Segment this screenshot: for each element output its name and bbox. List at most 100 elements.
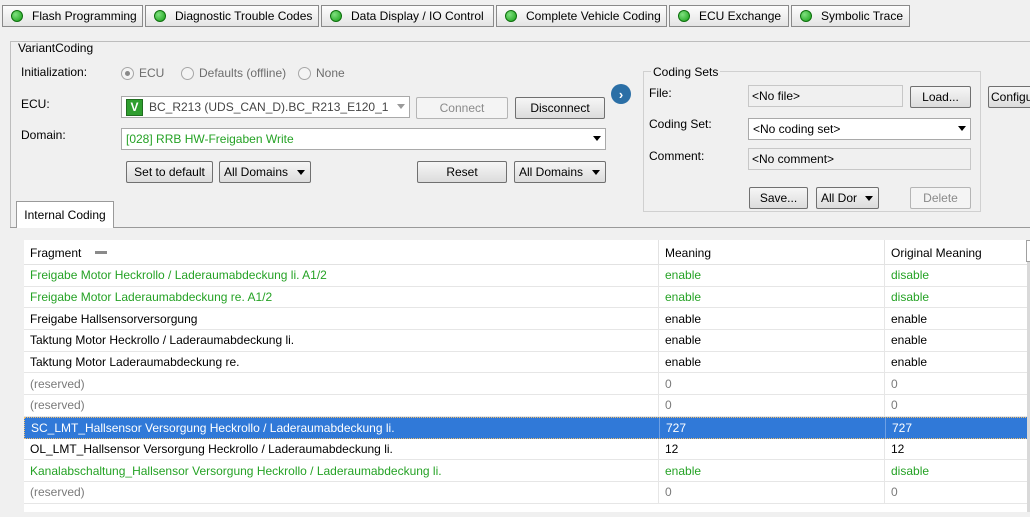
coding-table: Fragment Meaning Original Meaning Freiga… bbox=[24, 240, 1030, 512]
dropdown-label: All Domains bbox=[519, 165, 584, 179]
coding-set-label: Coding Set: bbox=[649, 117, 712, 131]
cell-original-meaning: enable bbox=[885, 330, 1030, 351]
column-header-original-meaning[interactable]: Original Meaning bbox=[885, 240, 1030, 265]
load-button[interactable]: Load... bbox=[910, 86, 971, 108]
cell-meaning: enable bbox=[659, 265, 885, 286]
coding-set-select[interactable]: <No coding set> bbox=[748, 118, 971, 140]
variant-coding-title: VariantCoding bbox=[18, 41, 94, 55]
chevron-down-icon bbox=[592, 170, 600, 175]
tab-symbolic-trace[interactable]: Symbolic Trace bbox=[791, 5, 910, 27]
status-ok-icon bbox=[154, 10, 166, 22]
column-header-meaning[interactable]: Meaning bbox=[659, 240, 885, 265]
save-button[interactable]: Save... bbox=[749, 187, 808, 209]
tab-flash-programming[interactable]: Flash Programming bbox=[2, 5, 143, 27]
cell-original-meaning: disable bbox=[885, 265, 1030, 286]
tab-complete-vehicle-coding[interactable]: Complete Vehicle Coding bbox=[496, 5, 667, 27]
cell-fragment: Taktung Motor Heckrollo / Laderaumabdeck… bbox=[24, 330, 659, 351]
tab-label: Symbolic Trace bbox=[821, 9, 904, 23]
file-field: <No file> bbox=[748, 85, 903, 107]
cell-fragment: Freigabe Hallsensorversorgung bbox=[24, 308, 659, 330]
table-header: Fragment Meaning Original Meaning bbox=[24, 240, 1030, 265]
table-row[interactable]: (reserved) 0 0 bbox=[24, 395, 1030, 417]
table-row[interactable]: (reserved) 0 0 bbox=[24, 481, 1030, 504]
chevron-down-icon bbox=[593, 136, 601, 141]
table-row[interactable]: Freigabe Motor Laderaumabdeckung re. A1/… bbox=[24, 286, 1030, 309]
chevron-down-icon bbox=[397, 104, 405, 109]
radio-ecu[interactable]: ECU bbox=[121, 66, 164, 80]
column-label: Fragment bbox=[30, 245, 82, 260]
set-to-default-button[interactable]: Set to default bbox=[126, 161, 213, 183]
configure-button[interactable]: Configu bbox=[988, 86, 1030, 108]
cell-original-meaning: disable bbox=[885, 460, 1030, 481]
status-ok-icon bbox=[800, 10, 812, 22]
tab-diagnostic-trouble-codes[interactable]: Diagnostic Trouble Codes bbox=[145, 5, 319, 27]
tab-label: Flash Programming bbox=[32, 9, 137, 23]
radio-icon bbox=[181, 66, 194, 80]
cell-meaning: 727 bbox=[660, 417, 886, 438]
cell-meaning: enable bbox=[659, 286, 885, 308]
reset-button[interactable]: Reset bbox=[417, 161, 507, 183]
radio-label: None bbox=[316, 66, 345, 80]
cell-fragment: (reserved) bbox=[24, 395, 659, 416]
dropdown-label: All Dor bbox=[821, 191, 858, 205]
dropdown-label: All Domains bbox=[224, 165, 289, 179]
radio-none[interactable]: None bbox=[298, 66, 345, 80]
tab-label: Diagnostic Trouble Codes bbox=[175, 9, 313, 23]
cell-meaning: 0 bbox=[659, 395, 885, 416]
cell-original-meaning: disable bbox=[885, 287, 1030, 308]
column-header-fragment[interactable]: Fragment bbox=[24, 240, 659, 265]
tab-ecu-exchange[interactable]: ECU Exchange bbox=[669, 5, 789, 27]
cell-original-meaning: 0 bbox=[885, 482, 1030, 503]
tab-data-display[interactable]: Data Display / IO Control bbox=[321, 5, 494, 27]
status-ok-icon bbox=[330, 10, 342, 22]
ecu-label: ECU: bbox=[21, 97, 50, 111]
column-label: Original Meaning bbox=[891, 245, 982, 260]
sort-indicator-icon bbox=[95, 251, 108, 254]
file-label: File: bbox=[649, 86, 672, 100]
tab-internal-coding[interactable]: Internal Coding bbox=[16, 201, 114, 228]
coding-sets-title: Coding Sets bbox=[651, 65, 721, 79]
radio-label: Defaults (offline) bbox=[199, 66, 287, 80]
table-body: Freigabe Motor Heckrollo / Laderaumabdec… bbox=[24, 265, 1030, 504]
navigate-arrow-icon[interactable]: › bbox=[611, 84, 631, 104]
cell-original-meaning: 0 bbox=[885, 395, 1030, 416]
radio-label: ECU bbox=[139, 66, 165, 80]
delete-button[interactable]: Delete bbox=[910, 187, 971, 209]
table-row[interactable]: SC_LMT_Hallsensor Versorgung Heckrollo /… bbox=[24, 416, 1030, 439]
radio-defaults-offline[interactable]: Defaults (offline) bbox=[181, 66, 286, 80]
cell-fragment: Freigabe Motor Heckrollo / Laderaumabdec… bbox=[24, 265, 659, 286]
initialization-label: Initialization: bbox=[21, 65, 88, 79]
ecu-select[interactable]: V BC_R213 (UDS_CAN_D).BC_R213_E120_1 bbox=[121, 96, 410, 118]
cell-original-meaning: 0 bbox=[885, 373, 1030, 394]
comment-field: <No comment> bbox=[748, 148, 971, 170]
table-row[interactable]: Freigabe Hallsensorversorgung enable enabl… bbox=[24, 308, 1030, 331]
cell-fragment: (reserved) bbox=[24, 481, 659, 503]
cell-original-meaning: enable bbox=[885, 352, 1030, 373]
table-row[interactable]: Taktung Motor Heckrollo / Laderaumabdeck… bbox=[24, 330, 1030, 352]
table-row[interactable]: (reserved) 0 0 bbox=[24, 373, 1030, 396]
column-chooser-button[interactable] bbox=[1026, 240, 1030, 262]
all-domains-left-dropdown[interactable]: All Domains bbox=[219, 161, 311, 183]
table-row[interactable]: Kanalabschaltung_Hallsensor Versorgung H… bbox=[24, 460, 1030, 482]
status-ok-icon bbox=[11, 10, 23, 22]
cell-fragment: (reserved) bbox=[24, 373, 659, 395]
cell-fragment: Kanalabschaltung_Hallsensor Versorgung H… bbox=[24, 460, 659, 481]
disconnect-button[interactable]: Disconnect bbox=[515, 97, 605, 119]
cell-fragment: SC_LMT_Hallsensor Versorgung Heckrollo /… bbox=[25, 417, 660, 438]
domain-select[interactable]: [028] RRB HW-Freigaben Write bbox=[121, 128, 606, 150]
tab-label: ECU Exchange bbox=[699, 9, 782, 23]
all-domains-coding-dropdown[interactable]: All Dor bbox=[816, 187, 879, 209]
table-row[interactable]: Taktung Motor Laderaumabdeckung re. enabl… bbox=[24, 351, 1030, 374]
cell-meaning: 0 bbox=[659, 481, 885, 503]
column-label: Meaning bbox=[665, 245, 712, 260]
chevron-down-icon bbox=[297, 170, 305, 175]
all-domains-right-dropdown[interactable]: All Domains bbox=[514, 161, 606, 183]
cell-original-meaning: 727 bbox=[886, 418, 1030, 438]
connect-button[interactable]: Connect bbox=[416, 97, 508, 119]
cell-fragment: Taktung Motor Laderaumabdeckung re. bbox=[24, 351, 659, 373]
table-row[interactable]: Freigabe Motor Heckrollo / Laderaumabdec… bbox=[24, 265, 1030, 287]
table-row[interactable]: OL_LMT_Hallsensor Versorgung Heckrollo /… bbox=[24, 438, 1030, 461]
status-ok-icon bbox=[678, 10, 690, 22]
cell-meaning: enable bbox=[659, 351, 885, 373]
chevron-down-icon bbox=[865, 196, 873, 201]
